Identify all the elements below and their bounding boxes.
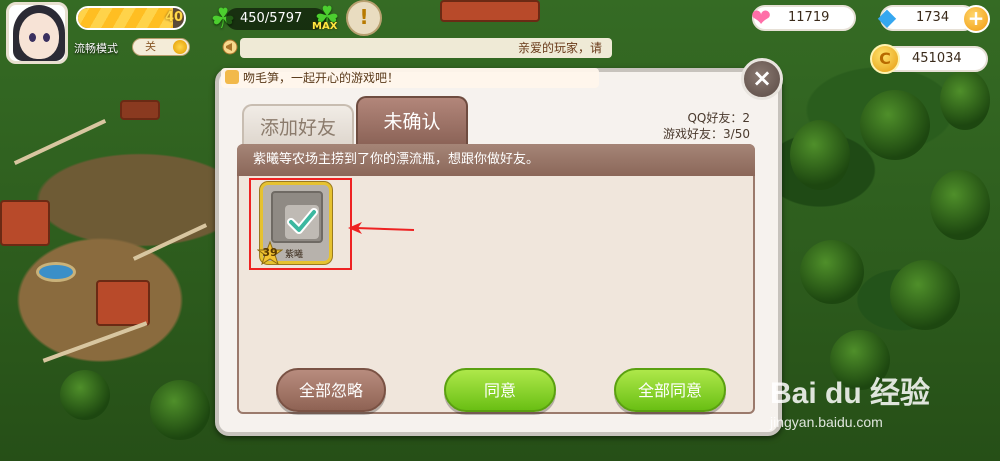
mode-label: 流畅模式 xyxy=(74,42,118,55)
level-badge: 40 xyxy=(164,10,184,25)
fence xyxy=(42,321,148,363)
watermark-url: jingyan.baidu.com xyxy=(770,414,883,430)
tree xyxy=(930,170,990,240)
barn xyxy=(0,200,50,246)
watermark-brand: Bai du 经验 xyxy=(770,377,931,410)
tree xyxy=(150,380,210,440)
diamonds-value: 1734 xyxy=(916,10,950,25)
player-avatar[interactable] xyxy=(6,2,68,64)
add-diamonds-button[interactable]: + xyxy=(962,5,990,33)
exclamation-icon[interactable]: ! xyxy=(346,0,382,36)
bell-icon xyxy=(225,70,239,84)
tree xyxy=(860,90,930,160)
close-button[interactable]: × xyxy=(741,58,783,100)
tree xyxy=(800,240,864,304)
friend-counts: QQ好友：2 游戏好友：3/50 xyxy=(640,110,750,142)
tree xyxy=(790,120,850,190)
game-friend-count: 游戏好友：3/50 xyxy=(663,127,750,141)
toggle-state: 关 xyxy=(145,40,156,53)
notice-bar: 亲爱的玩家，请 xyxy=(240,38,612,58)
diamond-icon: ◆ xyxy=(877,3,897,31)
toggle-knob xyxy=(173,40,187,54)
baidu-watermark: Bai du 经验 jingyan.baidu.com xyxy=(770,360,1000,460)
pond xyxy=(36,262,76,282)
fence xyxy=(13,119,107,165)
house-roof xyxy=(120,100,160,120)
house-roof xyxy=(440,0,540,22)
request-message: 紫曦等农场主捞到了你的漂流瓶，想跟你做好友。 xyxy=(237,144,755,176)
ignore-all-button[interactable]: 全部忽略 xyxy=(276,368,386,412)
smooth-mode-toggle[interactable]: 关 xyxy=(132,38,190,56)
qq-friend-count: QQ好友：2 xyxy=(687,111,750,125)
agree-all-button[interactable]: 全部同意 xyxy=(614,368,726,412)
tab-add-friend[interactable]: 添加好友 xyxy=(242,104,354,148)
energy-max-tag: MAX xyxy=(312,21,338,32)
energy-counter: 450/5797 xyxy=(226,8,326,30)
heart-icon: ❤ xyxy=(750,4,772,32)
hearts-value: 11719 xyxy=(788,10,830,25)
fence xyxy=(132,223,208,261)
agree-button[interactable]: 同意 xyxy=(444,368,556,412)
coins-value: 451034 xyxy=(912,51,962,66)
barn xyxy=(96,280,150,326)
tree xyxy=(940,70,990,130)
arrow-left-icon xyxy=(348,222,415,234)
dialog-title-text: 吻毛笋，一起开心的游戏吧！ xyxy=(243,71,400,85)
highlight-box xyxy=(249,178,352,270)
megaphone-icon xyxy=(222,39,238,55)
tree xyxy=(890,260,960,330)
dialog-title: 吻毛笋，一起开心的游戏吧！ xyxy=(221,68,599,88)
coin-icon: C xyxy=(870,44,900,74)
tree xyxy=(60,370,110,420)
tab-pending[interactable]: 未确认 xyxy=(356,96,468,146)
